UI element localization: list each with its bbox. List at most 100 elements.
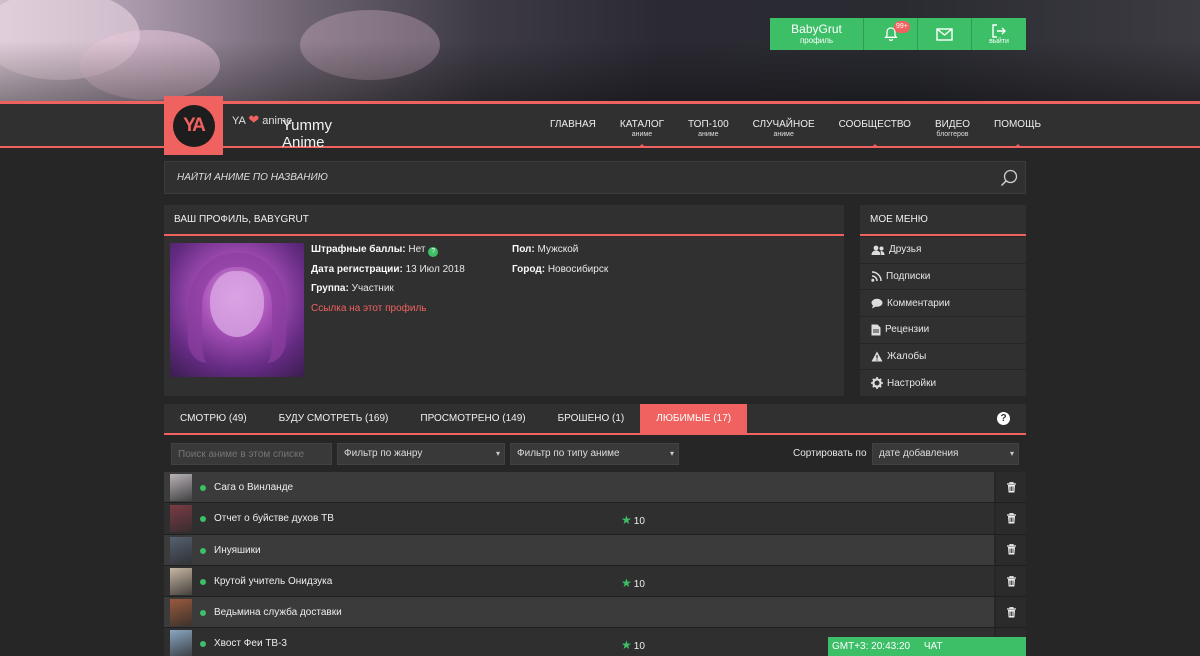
trash-icon: [1006, 606, 1016, 618]
status-dot-icon: [200, 578, 206, 585]
nav-help[interactable]: ПОМОЩЬ: [994, 119, 1042, 148]
city-value: Новосибирск: [547, 264, 609, 275]
dropdown-arrow-icon: [870, 144, 879, 148]
nav-label: КАТАЛОГ: [619, 119, 665, 130]
anime-thumbnail[interactable]: [170, 505, 192, 533]
nav-label: ПОМОЩЬ: [994, 119, 1042, 130]
list-search-input[interactable]: [171, 443, 332, 465]
rating-value: 10: [633, 641, 645, 653]
anime-title[interactable]: Ведьмина служба доставки: [214, 607, 342, 618]
profile-label: профиль: [799, 36, 834, 45]
anime-entry[interactable]: Отчет о буйстве духов ТВ ★ 10: [164, 503, 994, 534]
nav-blogger-video[interactable]: ВИДЕО блоггеров: [935, 119, 970, 139]
notification-count-badge: 99+: [894, 21, 910, 33]
delete-button[interactable]: [996, 472, 1026, 503]
search-icon[interactable]: [1000, 169, 1018, 187]
status-dot-icon: [200, 610, 206, 617]
chat-bar[interactable]: GMT+3: 20:43:20 ЧАТ: [828, 637, 1026, 656]
messages-button[interactable]: [918, 18, 972, 50]
delete-button[interactable]: [996, 534, 1026, 565]
rating-value: 10: [633, 578, 645, 590]
site-logo[interactable]: YA: [164, 96, 223, 155]
notifications-button[interactable]: 99+: [864, 18, 918, 50]
nav-top-100[interactable]: ТОП-100 аниме: [688, 119, 729, 139]
menu-item-label: Жалобы: [887, 351, 927, 363]
anime-rating: ★ 10: [621, 576, 645, 590]
profile-link[interactable]: Ссылка на этот профиль: [311, 303, 427, 315]
help-icon[interactable]: ?: [997, 412, 1010, 425]
dropdown-arrow-icon: [637, 144, 646, 148]
nav-label: ГЛАВНАЯ: [550, 119, 596, 130]
anime-entry[interactable]: Инуяшики: [164, 534, 994, 565]
chat-time: GMT+3: 20:43:20: [832, 641, 911, 652]
registration-value: 13 Июл 2018: [405, 264, 465, 275]
anime-thumbnail[interactable]: [170, 536, 192, 564]
trash-icon: [1006, 544, 1016, 555]
nav-catalog[interactable]: КАТАЛОГ аниме: [619, 119, 665, 148]
table-row: Ведьмина служба доставки: [164, 597, 1026, 629]
profile-heading: ВАШ ПРОФИЛЬ, BABYGRUT: [164, 205, 844, 236]
tab-dropped[interactable]: БРОШЕНО (1): [542, 404, 641, 433]
rss-icon: [871, 271, 882, 282]
logout-button[interactable]: выйти: [972, 18, 1026, 50]
tab-completed[interactable]: ПРОСМОТРЕНО (149): [404, 404, 541, 433]
delete-button[interactable]: [996, 565, 1026, 597]
profile-panel: ВАШ ПРОФИЛЬ, BABYGRUT Штрафные баллы: Не…: [164, 205, 844, 396]
nav-sublabel: блоггеров: [936, 131, 969, 138]
logout-icon: [992, 23, 1006, 38]
table-row: Крутой учитель Онидзука ★ 10: [164, 565, 1026, 598]
menu-item-comments[interactable]: Комментарии: [860, 289, 1026, 316]
nav-random[interactable]: СЛУЧАЙНОЕ аниме: [753, 119, 815, 139]
anime-thumbnail[interactable]: [170, 630, 192, 656]
profile-button[interactable]: BabyGrut профиль: [770, 18, 864, 50]
penalty-label: Штрафные баллы:: [311, 244, 406, 255]
menu-item-friends[interactable]: Друзья: [860, 236, 1026, 263]
anime-entry[interactable]: Ведьмина служба доставки: [164, 597, 994, 628]
anime-entry[interactable]: Крутой учитель Онидзука ★ 10: [164, 565, 994, 597]
delete-button[interactable]: [996, 503, 1026, 534]
sort-select[interactable]: дате добавления: [872, 443, 1019, 465]
trash-icon: [1006, 575, 1016, 587]
anime-list: Сага о Винланде Отчет о буйстве духов ТВ ★…: [164, 472, 1026, 656]
anime-thumbnail[interactable]: [170, 599, 192, 627]
anime-thumbnail[interactable]: [170, 567, 192, 595]
tab-watching[interactable]: СМОТРЮ (49): [164, 404, 263, 433]
gear-icon: [871, 377, 883, 390]
menu-item-subscriptions[interactable]: Подписки: [860, 262, 1026, 290]
nav-sublabel: аниме: [631, 131, 653, 138]
nav-sublabel: аниме: [698, 131, 719, 138]
brand-block: Yummy Anime YA ❤ anime: [232, 107, 332, 151]
anime-title[interactable]: Хвост Феи ТВ-3: [214, 638, 287, 649]
my-menu-heading: МОЕ МЕНЮ: [860, 205, 1026, 236]
logo-mark: YA: [172, 104, 215, 147]
registration-info: Дата регистрации: 13 Июл 2018: [311, 264, 465, 276]
anime-title[interactable]: Отчет о буйстве духов ТВ: [214, 513, 334, 524]
menu-item-label: Рецензии: [885, 324, 930, 336]
menu-item-settings[interactable]: Настройки: [860, 369, 1026, 396]
anime-thumbnail[interactable]: [170, 474, 192, 501]
menu-item-complaints[interactable]: Жалобы: [860, 342, 1026, 370]
nav-home[interactable]: ГЛАВНАЯ: [550, 119, 596, 139]
menu-item-label: Комментарии: [887, 297, 950, 309]
delete-button[interactable]: [996, 597, 1026, 628]
menu-item-reviews[interactable]: Рецензии: [860, 316, 1026, 343]
genre-filter-select[interactable]: Фильтр по жанру: [337, 443, 505, 465]
anime-search-input[interactable]: [165, 162, 1025, 193]
type-filter-select[interactable]: Фильтр по типу аниме: [510, 443, 679, 465]
tab-favorites[interactable]: ЛЮБИМЫЕ (17): [640, 404, 748, 433]
anime-title[interactable]: Крутой учитель Онидзука: [214, 576, 332, 587]
nav-sublabel: аниме: [773, 131, 794, 138]
tab-plan-to-watch[interactable]: БУДУ СМОТРЕТЬ (169): [263, 404, 405, 433]
nav-community[interactable]: СООБЩЕСТВО: [839, 119, 911, 148]
help-icon[interactable]: ?: [428, 247, 439, 257]
group-value: Участник: [351, 283, 394, 294]
chat-label: ЧАТ: [923, 641, 943, 652]
anime-title[interactable]: Сага о Винланде: [214, 482, 293, 493]
envelope-icon: [936, 27, 953, 41]
city-label: Город:: [512, 264, 546, 275]
sort-label: Сортировать по: [793, 448, 867, 459]
sex-info: Пол: Мужской: [512, 244, 578, 256]
sex-value: Мужской: [537, 244, 579, 255]
anime-title[interactable]: Инуяшики: [214, 545, 261, 556]
anime-entry[interactable]: Сага о Винланде: [164, 472, 994, 503]
